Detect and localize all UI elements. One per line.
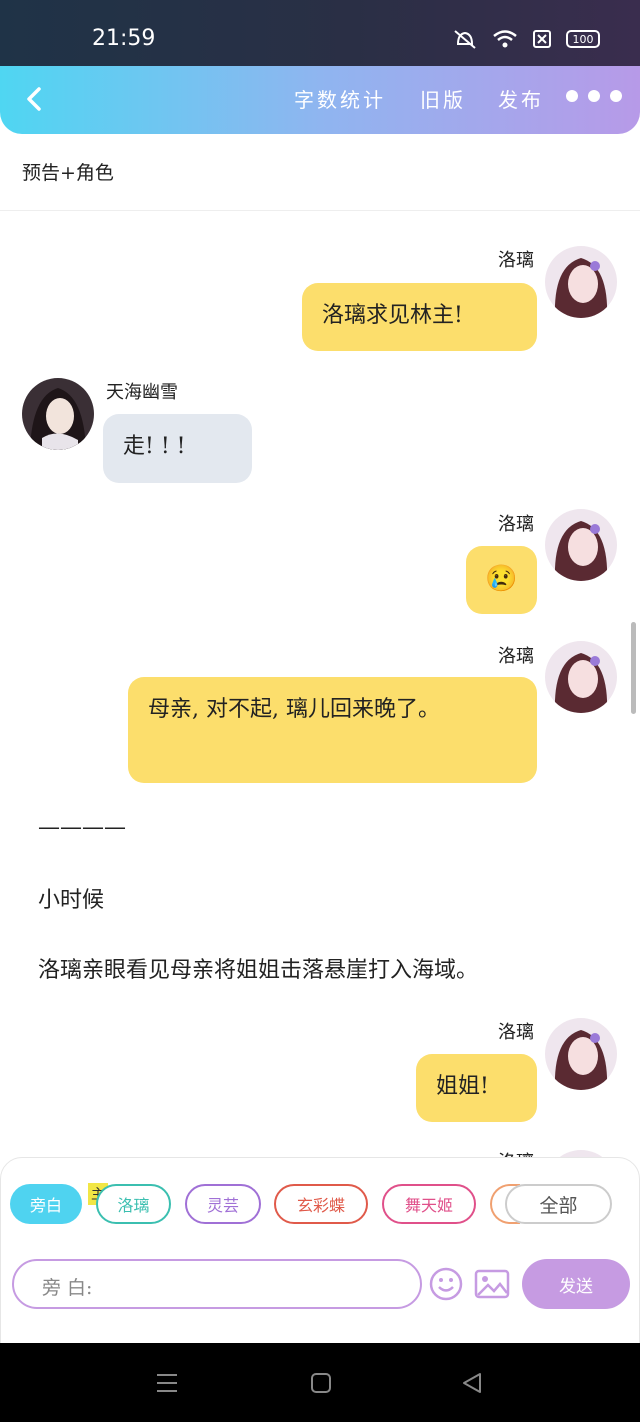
emoji-message-bubble: 😢 [466, 546, 537, 614]
home-icon[interactable] [309, 1371, 333, 1395]
avatar-luoli[interactable] [545, 1018, 617, 1090]
sim-off-icon [533, 30, 551, 48]
narration-text: ———— [38, 815, 126, 840]
narration-text: 洛璃亲眼看见母亲将姐姐击落悬崖打入海域。 [38, 958, 479, 983]
system-nav-bar [0, 1343, 640, 1422]
role-chip-narrator[interactable]: 旁白 [10, 1184, 82, 1224]
chapter-title: 预告+角色 [22, 162, 114, 184]
more-options-icon[interactable] [566, 90, 622, 102]
avatar-luoli[interactable] [545, 641, 617, 713]
role-chip-xuancaidie[interactable]: 玄彩蝶 [274, 1184, 368, 1224]
emoji-icon[interactable] [429, 1267, 463, 1301]
battery-icon: 100 [566, 30, 600, 48]
message-bubble: 走! ! ! [103, 414, 252, 483]
narration-text: 小时候 [38, 888, 105, 913]
app-header: 字数统计 旧版 发布 [0, 66, 640, 134]
sender-name: 天海幽雪 [106, 382, 178, 403]
word-count-link[interactable]: 字数统计 [294, 84, 386, 113]
role-chip-lingyun[interactable]: 灵芸 [185, 1184, 261, 1224]
avatar-luoli[interactable] [545, 246, 617, 318]
sender-name: 洛璃 [498, 514, 534, 535]
message-bubble: 母亲, 对不起, 璃儿回来晚了。 [128, 677, 537, 783]
sender-name: 洛璃 [498, 1022, 534, 1043]
publish-link[interactable]: 发布 [498, 84, 544, 113]
send-button[interactable]: 发送 [522, 1259, 630, 1309]
old-version-link[interactable]: 旧版 [420, 84, 466, 113]
role-chip-luoli[interactable]: 洛璃 [96, 1184, 171, 1224]
status-bar: 21:59 100 [0, 0, 640, 66]
avatar-tianhai[interactable] [22, 378, 94, 450]
menu-icon[interactable] [155, 1371, 179, 1395]
sender-name: 洛璃 [498, 250, 534, 271]
back-nav-icon[interactable] [460, 1371, 484, 1395]
image-icon[interactable] [474, 1269, 510, 1299]
sender-name: 洛璃 [498, 646, 534, 667]
clock: 21:59 [92, 26, 156, 51]
divider [0, 210, 640, 211]
back-arrow-icon[interactable] [20, 84, 50, 114]
role-chip-wutianji[interactable]: 舞天姬 [382, 1184, 476, 1224]
mute-bell-icon [454, 30, 476, 49]
scrollbar[interactable] [631, 622, 636, 714]
message-input[interactable]: 旁 白: [12, 1259, 422, 1309]
avatar-luoli[interactable] [545, 509, 617, 581]
message-bubble: 洛璃求见林主! [302, 283, 537, 351]
message-bubble: 姐姐! [416, 1054, 537, 1122]
wifi-icon [493, 30, 517, 48]
all-roles-button[interactable]: 全部 [505, 1184, 612, 1224]
